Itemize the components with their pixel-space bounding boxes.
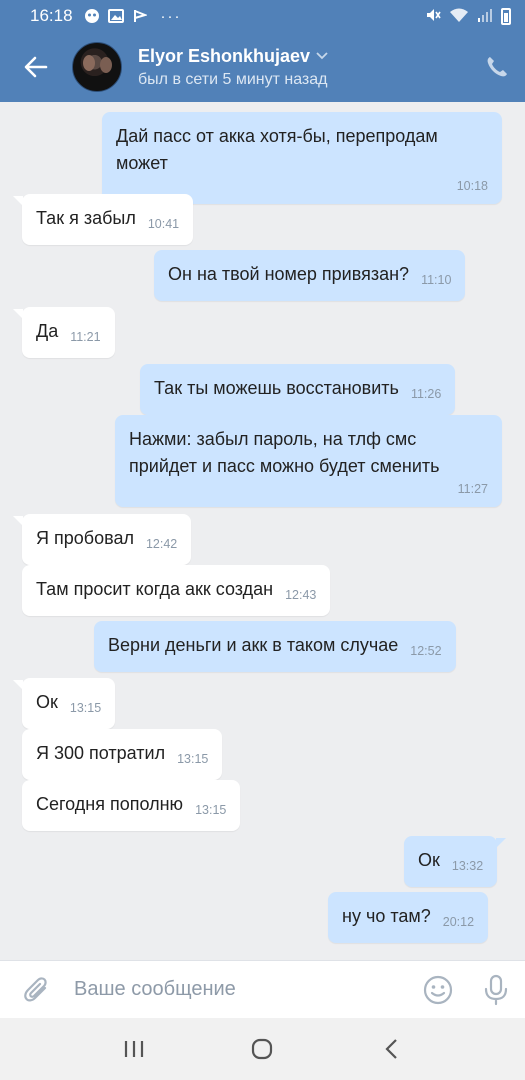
message-text: Нажми: забыл пароль, на тлф смс прийдет … bbox=[129, 429, 440, 476]
chat-title[interactable]: Elyor Eshonkhujaev был в сети 5 минут на… bbox=[138, 46, 469, 89]
message-text: Верни деньги и акк в таком случае bbox=[108, 635, 399, 655]
wifi-icon bbox=[449, 7, 469, 26]
message-text: Ок bbox=[418, 850, 440, 870]
message-bubble[interactable]: Дай пасс от акка хотя-бы, перепродам мож… bbox=[102, 112, 502, 204]
message-input[interactable] bbox=[74, 969, 409, 1010]
message-text: Там просит когда акк создан bbox=[36, 579, 274, 599]
emoji-icon bbox=[423, 975, 453, 1004]
back-arrow-icon bbox=[24, 56, 48, 78]
home-icon bbox=[252, 1038, 273, 1060]
message-time: 13:15 bbox=[69, 701, 102, 715]
message-bubble[interactable]: Так ты можешь восстановить 11:26 bbox=[140, 364, 456, 415]
attach-button[interactable] bbox=[0, 961, 74, 1019]
contact-name: Elyor Eshonkhujaev bbox=[138, 45, 311, 66]
emoji-button[interactable] bbox=[409, 961, 467, 1019]
message-time: 12:52 bbox=[410, 644, 442, 658]
back-nav-icon bbox=[385, 1039, 397, 1059]
message-time: 20:12 bbox=[442, 915, 475, 929]
message-text: Так я забыл bbox=[36, 208, 136, 228]
chevron-down-icon bbox=[316, 52, 328, 60]
message-text: Ок bbox=[36, 692, 58, 712]
voice-message-button[interactable] bbox=[467, 961, 525, 1019]
message-bubble[interactable]: Да 11:21 bbox=[13, 307, 115, 358]
battery-icon bbox=[501, 7, 511, 25]
call-button[interactable] bbox=[469, 32, 525, 102]
message-time: 11:26 bbox=[410, 387, 442, 401]
back-button[interactable] bbox=[0, 32, 72, 102]
message-text: Он на твой номер привязан? bbox=[168, 264, 410, 284]
status-bar: 16:18 ··· bbox=[0, 0, 525, 32]
system-navigation-bar bbox=[0, 1018, 525, 1080]
message-text: Сегодня пополню bbox=[36, 794, 184, 814]
message-text: Я 300 потратил bbox=[36, 743, 166, 763]
message-time: 13:32 bbox=[451, 859, 484, 873]
message-text: ну чо там? bbox=[342, 906, 431, 926]
message-bubble[interactable]: Ок 13:15 bbox=[12, 678, 116, 729]
recents-button[interactable] bbox=[104, 1024, 164, 1074]
message-time: 10:18 bbox=[456, 179, 488, 193]
message-bubble[interactable]: Я 300 потратил 13:15 bbox=[22, 729, 223, 780]
microphone-icon bbox=[484, 974, 508, 1005]
message-bubble[interactable]: Нажми: забыл пароль, на тлф смс прийдет … bbox=[115, 415, 502, 507]
message-bubble[interactable]: Так я забыл 10:41 bbox=[12, 194, 194, 245]
message-bubble[interactable]: Ок 13:32 bbox=[404, 836, 507, 887]
signal-icon bbox=[477, 8, 493, 25]
message-bubble[interactable]: Сегодня пополню 13:15 bbox=[22, 780, 241, 831]
message-bubble[interactable]: Там просит когда акк создан 12:43 bbox=[22, 565, 331, 616]
message-time: 11:27 bbox=[457, 482, 488, 496]
chat-header: Elyor Eshonkhujaev был в сети 5 минут на… bbox=[0, 32, 525, 102]
message-bubble[interactable]: Верни деньги и акк в таком случае 12:52 bbox=[94, 621, 456, 672]
recents-icon bbox=[125, 1041, 144, 1057]
notification-icon bbox=[83, 9, 101, 23]
message-time: 12:43 bbox=[285, 588, 317, 602]
mute-icon bbox=[425, 7, 441, 26]
last-seen-status: был в сети 5 минут назад bbox=[138, 70, 328, 88]
back-nav-button[interactable] bbox=[361, 1024, 421, 1074]
message-text: Дай пасс от акка хотя-бы, перепродам мож… bbox=[116, 126, 438, 173]
message-time: 13:15 bbox=[195, 803, 227, 817]
phone-icon bbox=[487, 57, 507, 77]
flag-icon bbox=[131, 9, 149, 23]
message-bubble[interactable]: Он на твой номер привязан? 11:10 bbox=[154, 250, 466, 301]
message-composer bbox=[0, 960, 525, 1018]
home-button[interactable] bbox=[232, 1024, 292, 1074]
message-time: 11:21 bbox=[70, 330, 101, 344]
gallery-icon bbox=[107, 9, 125, 23]
more-notifications-icon: ··· bbox=[160, 7, 182, 25]
message-time: 10:41 bbox=[147, 217, 180, 231]
message-text: Я пробовал bbox=[36, 528, 134, 548]
message-list[interactable]: Дай пасс от акка хотя-бы, перепродам мож… bbox=[0, 102, 525, 960]
message-time: 13:15 bbox=[177, 752, 209, 766]
paperclip-icon bbox=[24, 976, 47, 1001]
status-time: 16:18 bbox=[30, 6, 73, 25]
message-time: 11:10 bbox=[421, 273, 452, 287]
message-text: Да bbox=[36, 321, 59, 341]
message-bubble[interactable]: Я пробовал 12:42 bbox=[12, 514, 192, 565]
message-bubble[interactable]: ну чо там? 20:12 bbox=[328, 892, 489, 943]
message-text: Так ты можешь восстановить bbox=[154, 378, 399, 398]
avatar[interactable] bbox=[72, 42, 122, 92]
message-time: 12:42 bbox=[145, 537, 178, 551]
